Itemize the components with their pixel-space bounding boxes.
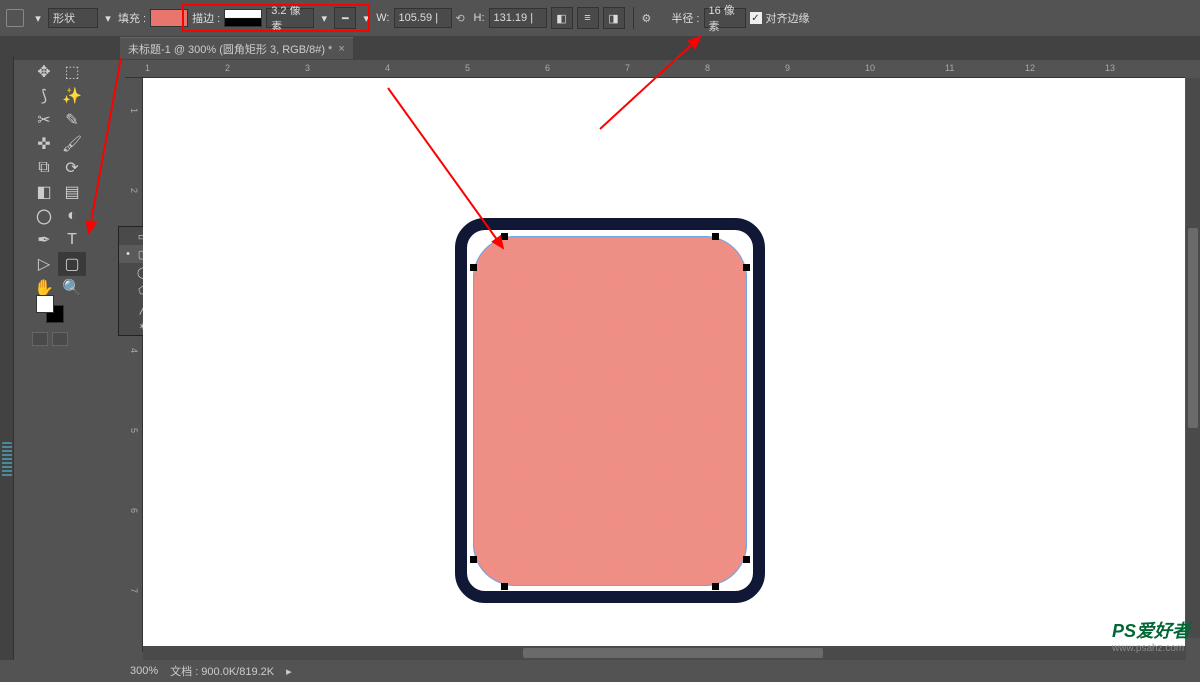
magic-wand-tool[interactable]: ✨: [58, 84, 86, 108]
screenmode-button[interactable]: [52, 332, 68, 346]
watermark: PS爱好者 www.psahz.com: [1112, 617, 1190, 654]
stamp-tool[interactable]: ⧉: [30, 156, 58, 180]
type-tool[interactable]: T: [58, 228, 86, 252]
watermark-logo: PS爱好者: [1112, 621, 1190, 641]
vertical-ruler: 1 2 3 4 5 6 7: [125, 78, 143, 652]
quickmask-button[interactable]: [32, 332, 48, 346]
blur-tool[interactable]: 〇: [30, 204, 58, 228]
v-scroll-thumb[interactable]: [1188, 228, 1198, 428]
status-bar: 300% 文档 : 900.0K/819.2K ▸: [0, 660, 1200, 682]
annotation-arrow-3: [600, 34, 710, 139]
stroke-width-input[interactable]: 3.2 像素: [266, 8, 314, 28]
document-tab[interactable]: 未标题-1 @ 300% (圆角矩形 3, RGB/8#) * ×: [120, 37, 353, 59]
zoom-tool[interactable]: 🔍: [58, 276, 86, 300]
zoom-value[interactable]: 300%: [130, 665, 158, 677]
path-align-button[interactable]: ≡: [577, 7, 599, 29]
shape-mode-dropdown[interactable]: 形状: [48, 8, 98, 28]
height-input[interactable]: 131.19 |: [489, 8, 547, 28]
gradient-tool[interactable]: ▤: [58, 180, 86, 204]
status-chev[interactable]: ▸: [286, 665, 292, 678]
handle-bl[interactable]: [501, 583, 508, 590]
radius-label: 半径 :: [671, 10, 699, 26]
history-brush-tool[interactable]: ⟳: [58, 156, 86, 180]
radius-input[interactable]: 16 像素: [704, 8, 746, 28]
tab-title: 未标题-1 @ 300% (圆角矩形 3, RGB/8#) *: [128, 41, 332, 57]
stroke-label: 描边 :: [192, 10, 220, 26]
handle-lb[interactable]: [470, 556, 477, 563]
width-input[interactable]: 105.59 |: [394, 8, 452, 28]
shape-tool[interactable]: ▢: [58, 252, 86, 276]
left-dock-strip: [0, 56, 14, 682]
stroke-width-chev[interactable]: ▾: [318, 8, 330, 28]
link-wh-icon[interactable]: ⟲: [456, 12, 470, 25]
healing-tool[interactable]: ✜: [30, 132, 58, 156]
toolbox-mode-buttons: [32, 332, 68, 346]
stroke-style-chev[interactable]: ▾: [360, 8, 372, 28]
handle-rb[interactable]: [743, 556, 750, 563]
handle-tr[interactable]: [712, 233, 719, 240]
crop-tool[interactable]: ✂: [30, 108, 58, 132]
lasso-tool[interactable]: ⟆: [30, 84, 58, 108]
annotation-arrow-2: [388, 88, 518, 263]
fill-label: 填充 :: [118, 10, 146, 26]
vertical-scrollbar[interactable]: [1186, 78, 1200, 638]
watermark-url: www.psahz.com: [1112, 643, 1190, 654]
w-label: W:: [376, 12, 389, 24]
tool-dropdown-chev[interactable]: ▾: [32, 8, 44, 28]
doc-info: 文档 : 900.0K/819.2K: [170, 663, 274, 679]
handle-br[interactable]: [712, 583, 719, 590]
panel-grip[interactable]: [2, 442, 12, 478]
annotation-arrow-1: [86, 58, 126, 243]
shape-mode-label: 形状: [53, 10, 75, 26]
stroke-style-button[interactable]: ━: [334, 7, 356, 29]
align-edges-label: 对齐边缘: [766, 10, 810, 26]
handle-lt[interactable]: [470, 264, 477, 271]
eyedropper-tool[interactable]: ✎: [58, 108, 86, 132]
eraser-tool[interactable]: ◧: [30, 180, 58, 204]
stroke-color-swatch[interactable]: [224, 9, 262, 27]
active-tool-icon[interactable]: [6, 9, 24, 27]
h-label: H:: [474, 12, 485, 24]
marquee-tool[interactable]: ⬚: [58, 60, 86, 84]
path-arrange-button[interactable]: ◨: [603, 7, 625, 29]
options-bar: ▾ 形状 ▾ 填充 : 描边 : 3.2 像素 ▾ ━ ▾ W: 105.59 …: [0, 0, 1200, 36]
selection-path: [473, 236, 747, 586]
align-edges-checkbox[interactable]: ✓: [750, 12, 762, 24]
move-tool[interactable]: ✥: [30, 60, 58, 84]
fill-color-swatch[interactable]: [150, 9, 188, 27]
h-scroll-thumb[interactable]: [523, 648, 823, 658]
separator: [633, 7, 634, 29]
path-combine-button[interactable]: ◧: [551, 7, 573, 29]
path-select-tool[interactable]: ▷: [30, 252, 58, 276]
toolbox: ✥ ⬚ ⟆ ✨ ✂ ✎ ✜ 🖌 ⧉ ⟳ ◧ ▤ 〇 ◐ ✒ T ▷ ▢ ✋ 🔍: [30, 60, 86, 300]
gear-icon[interactable]: ⚙: [642, 12, 652, 25]
dodge-tool[interactable]: ◐: [58, 204, 86, 228]
brush-tool[interactable]: 🖌: [58, 132, 86, 156]
canvas[interactable]: [143, 78, 1185, 652]
close-icon[interactable]: ×: [338, 43, 344, 55]
foreground-color[interactable]: [36, 295, 54, 313]
horizontal-scrollbar[interactable]: [143, 646, 1186, 660]
shape-mode-chev[interactable]: ▾: [102, 8, 114, 28]
pen-tool[interactable]: ✒: [30, 228, 58, 252]
handle-rt[interactable]: [743, 264, 750, 271]
